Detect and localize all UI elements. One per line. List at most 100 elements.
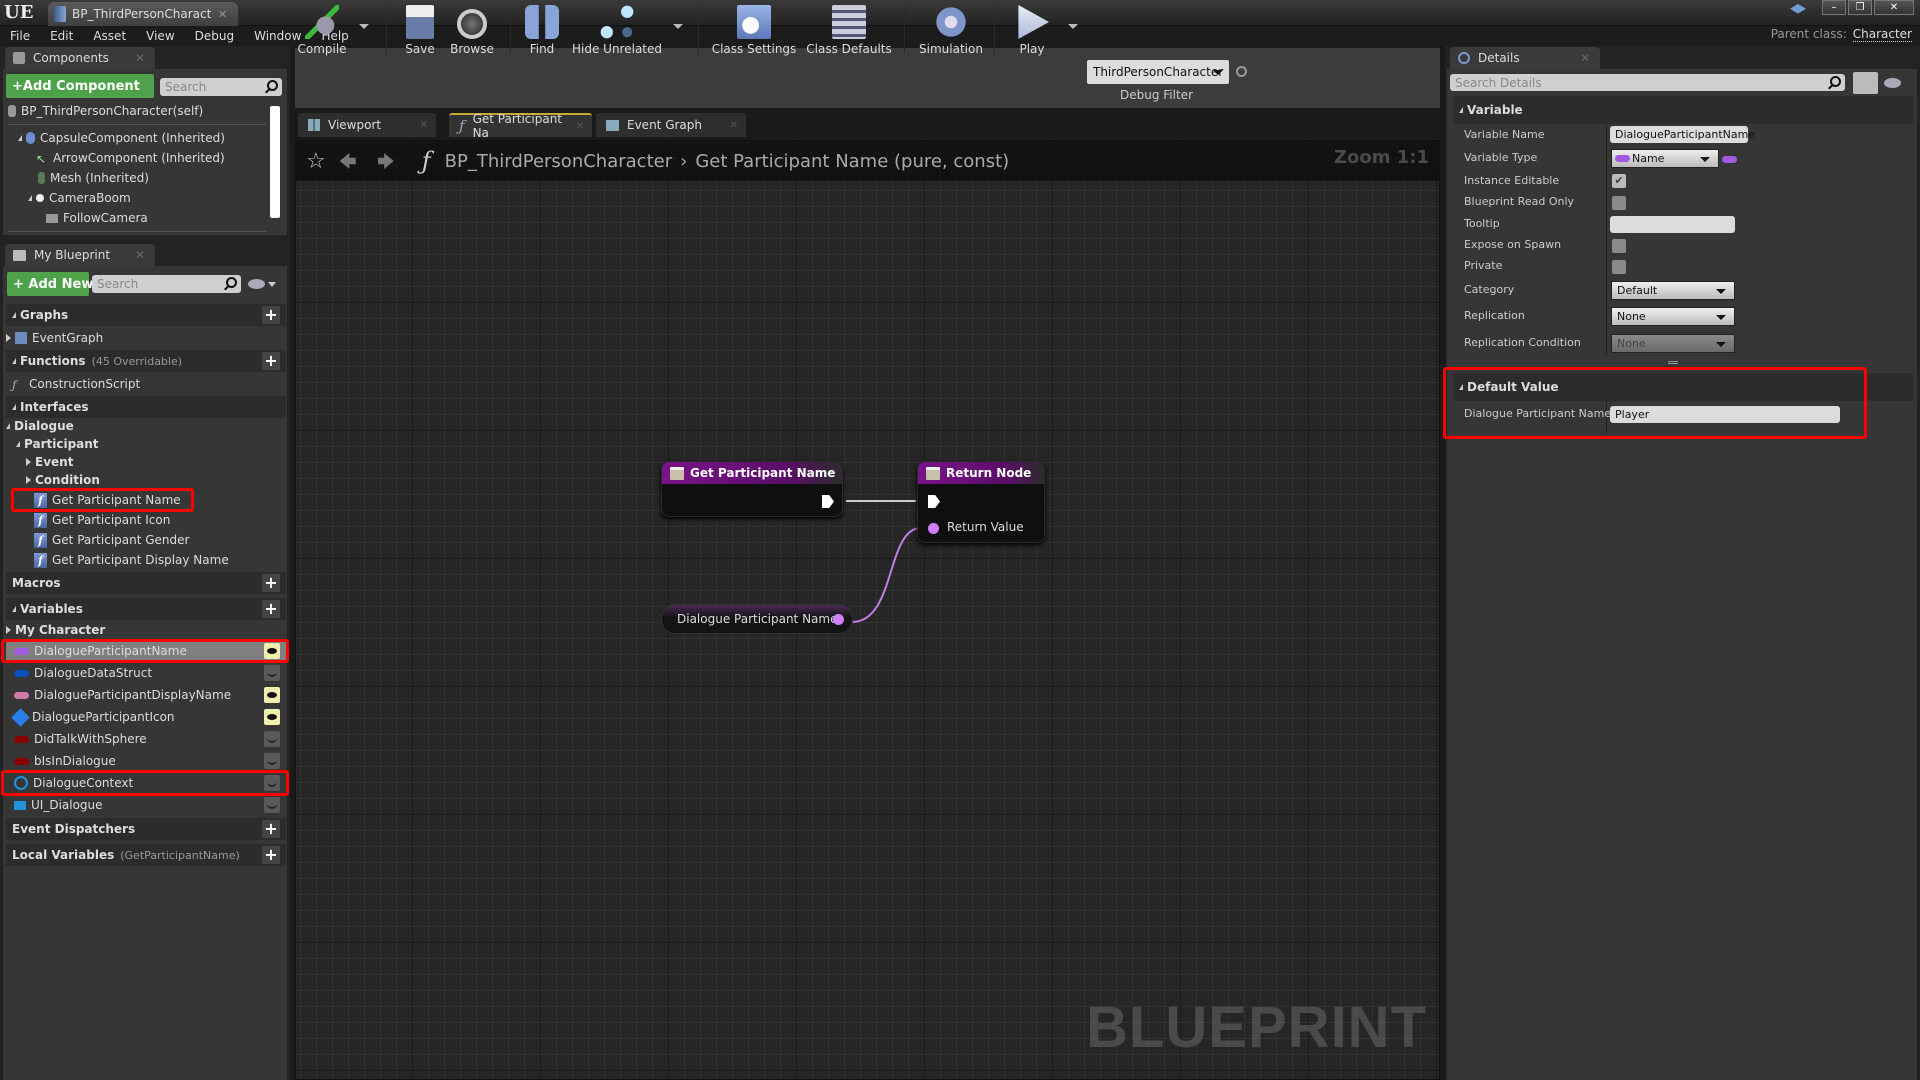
expand-icon[interactable] [28,195,32,201]
variable-row[interactable]: UI_Dialogue [6,794,286,816]
read-only-checkbox[interactable] [1612,196,1626,210]
scrollbar[interactable] [270,106,280,218]
hide-unrelated-button[interactable]: Hide Unrelated [572,0,662,60]
close-icon[interactable]: ✕ [1580,51,1590,65]
minimize-button[interactable]: – [1822,0,1846,15]
visibility-eye-closed-icon[interactable] [264,665,280,681]
variable-row[interactable]: DialogueParticipantName [6,640,286,662]
event-dispatchers-section[interactable]: Event Dispatchers + [6,818,286,840]
interfaces-section[interactable]: Interfaces [6,396,286,418]
add-graph-button[interactable]: + [262,306,280,324]
variable-row[interactable]: DialogueParticipantDisplayName [6,684,286,706]
interface-fn-get-participant-icon[interactable]: f Get Participant Icon [34,510,170,530]
graphs-section[interactable]: Graphs + [6,304,286,326]
close-icon[interactable]: ✕ [135,51,145,65]
view-options-eye-icon[interactable] [248,279,265,289]
container-type-pill-icon[interactable] [1722,156,1737,163]
tab-viewport[interactable]: Viewport ✕ [298,113,436,137]
tree-item-cameraboom[interactable]: CameraBoom [28,188,131,208]
variable-get-node[interactable]: Dialogue Participant Name [661,604,853,634]
visibility-eye-closed-icon[interactable] [264,731,280,747]
instance-editable-checkbox[interactable]: ✔ [1612,174,1626,188]
close-icon[interactable]: ✕ [730,120,738,131]
default-value-input[interactable]: Player [1610,406,1840,423]
function-entry-node[interactable]: Get Participant Name [661,461,843,517]
variable-row[interactable]: DialogueParticipantIcon [6,706,286,728]
visibility-eye-icon[interactable] [264,643,280,659]
visibility-eye-icon[interactable] [264,709,280,725]
interface-participant[interactable]: Participant [16,434,99,454]
debug-object-dropdown[interactable]: ThirdPersonCharacter [1087,60,1229,84]
variable-row[interactable]: DialogueContext [6,772,286,794]
hide-unrelated-chevron-icon[interactable] [673,24,683,29]
tree-item-capsule[interactable]: CapsuleComponent (Inherited) [18,128,225,148]
browse-button[interactable]: Browse [448,0,496,60]
my-blueprint-tab[interactable]: My Blueprint ✕ [5,244,155,266]
interface-fn-get-participant-name[interactable]: f Get Participant Name [34,490,181,510]
view-options-eye-icon[interactable] [1884,78,1901,88]
splitter-handle[interactable] [1668,361,1678,364]
parent-class-link[interactable]: Character [1852,27,1912,42]
menu-edit[interactable]: Edit [50,29,73,43]
menu-window[interactable]: Window [254,29,301,43]
add-macro-button[interactable]: + [262,574,280,592]
tree-item-arrow[interactable]: ↖ ArrowComponent (Inherited) [36,148,225,168]
details-search-input[interactable]: Search Details [1450,74,1845,91]
return-value-pin[interactable] [928,523,939,534]
components-tab[interactable]: Components ✕ [5,47,155,69]
variable-category-my-character[interactable]: My Character [6,620,105,640]
play-options-chevron-icon[interactable] [1068,24,1078,29]
variable-type-dropdown[interactable]: Name [1611,149,1719,168]
add-variable-button[interactable]: + [262,600,280,618]
close-icon[interactable]: ✕ [135,248,145,262]
visibility-eye-closed-icon[interactable] [264,753,280,769]
my-blueprint-search-input[interactable]: Search [92,275,241,293]
interface-fn-get-participant-gender[interactable]: f Get Participant Gender [34,530,189,550]
debug-search-icon[interactable] [1236,66,1247,77]
close-window-button[interactable]: ✕ [1874,0,1914,15]
exec-out-pin[interactable] [822,495,834,508]
document-tab[interactable]: BP_ThirdPersonCharacter ✕ [48,2,238,26]
compile-options-chevron-icon[interactable] [359,24,369,29]
details-tab[interactable]: Details ✕ [1450,47,1600,69]
menu-debug[interactable]: Debug [195,29,234,43]
variable-out-pin[interactable] [833,614,844,625]
compile-button[interactable]: Compile [297,0,347,60]
menu-file[interactable]: File [10,29,30,43]
variable-row[interactable]: DialogueDataStruct [6,662,286,684]
visibility-eye-closed-icon[interactable] [264,775,280,791]
tooltip-input[interactable] [1610,216,1735,233]
menu-asset[interactable]: Asset [93,29,126,43]
variable-name-input[interactable]: DialogueParticipantName [1610,126,1755,143]
close-tab-icon[interactable]: ✕ [218,8,227,21]
components-search-input[interactable]: Search [160,78,282,96]
private-checkbox[interactable] [1612,260,1626,274]
variable-row[interactable]: bIsInDialogue [6,750,286,772]
expose-on-spawn-checkbox[interactable] [1612,239,1626,253]
class-settings-button[interactable]: Class Settings [710,0,798,60]
save-button[interactable]: Save [400,0,440,60]
chevron-down-icon[interactable] [268,282,276,287]
visibility-eye-icon[interactable] [264,687,280,703]
find-button[interactable]: Find [522,0,562,60]
variable-section-header[interactable]: Variable [1453,96,1913,124]
property-matrix-icon[interactable] [1853,72,1878,94]
functions-section[interactable]: Functions (45 Overridable) + [6,350,286,372]
graph-canvas[interactable]: ☆ ƒ BP_ThirdPersonCharacter › Get Partic… [295,140,1440,1080]
tree-item-followcamera[interactable]: FollowCamera [46,208,148,228]
play-button[interactable]: Play [1008,0,1056,60]
function-item-constructionscript[interactable]: ƒ ConstructionScript [12,374,140,394]
variables-section[interactable]: Variables + [6,598,286,620]
tree-item-self[interactable]: BP_ThirdPersonCharacter(self) [8,101,203,121]
tab-get-participant-name[interactable]: ƒ Get Participant Na ✕ [449,112,592,140]
tab-event-graph[interactable]: Event Graph ✕ [596,113,746,137]
expand-icon[interactable] [18,135,22,141]
learn-icon[interactable] [1790,4,1806,14]
close-icon[interactable]: ✕ [420,120,428,131]
return-node[interactable]: Return Node Return Value [917,461,1045,543]
macros-section[interactable]: Macros + [6,572,286,594]
class-defaults-button[interactable]: Class Defaults [806,0,892,60]
tree-item-mesh[interactable]: Mesh (Inherited) [38,168,149,188]
menu-view[interactable]: View [146,29,174,43]
graph-item-eventgraph[interactable]: EventGraph [6,328,103,348]
